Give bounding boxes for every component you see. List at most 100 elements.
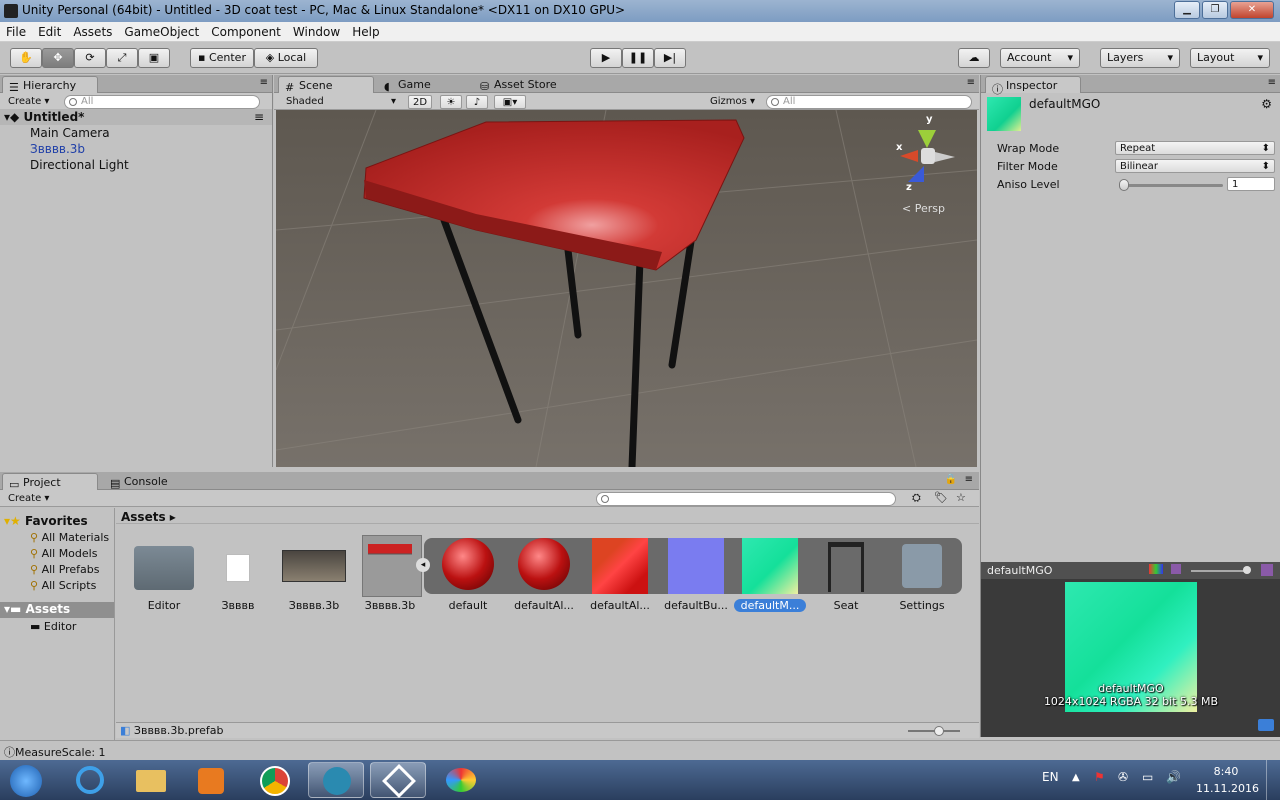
menu-help[interactable]: Help <box>346 22 385 39</box>
menu-component[interactable]: Component <box>205 22 287 39</box>
mip-slider-track[interactable] <box>1191 570 1249 572</box>
aniso-slider-track[interactable] <box>1119 184 1223 187</box>
checker-icon[interactable] <box>1261 564 1273 576</box>
minimize-button[interactable]: ▁ <box>1174 1 1200 19</box>
fav-item[interactable]: ⚲ All Models <box>30 547 97 560</box>
lock-icon[interactable]: 🔒 <box>945 474 957 485</box>
asset-folder-row[interactable]: ▬ Editor <box>30 620 76 633</box>
taskbar-paint[interactable] <box>432 762 488 798</box>
rotate-tool-icon[interactable]: ⟳ <box>74 48 106 68</box>
taskbar-3dcoat[interactable] <box>308 762 364 798</box>
filter-mode-dropdown[interactable]: Bilinear ⬍ <box>1115 159 1275 173</box>
tab-project[interactable]: ▭ Project <box>2 473 98 491</box>
hierarchy-item[interactable]: Directional Light <box>0 157 272 173</box>
hierarchy-search-input[interactable]: All <box>64 95 260 109</box>
gear-icon[interactable]: ⚙ <box>1261 97 1272 111</box>
tab-hierarchy[interactable]: ☰ Hierarchy <box>2 76 98 94</box>
rect-tool-icon[interactable]: ▣ <box>138 48 170 68</box>
zoom-slider-thumb[interactable] <box>934 726 944 736</box>
layout-dropdown[interactable]: Layout ▾ <box>1190 48 1270 68</box>
menu-assets[interactable]: Assets <box>67 22 118 39</box>
persp-label[interactable]: < Persp <box>902 202 945 215</box>
taskbar-unity[interactable] <box>370 762 426 798</box>
axis-y-cone-icon <box>918 130 936 148</box>
tray-app-icon[interactable]: ✇ <box>1118 770 1128 784</box>
collapse-prefab-icon[interactable]: ◂ <box>416 558 430 572</box>
menu-gameobject[interactable]: GameObject <box>118 22 205 39</box>
scene-search-input[interactable]: All <box>766 95 972 109</box>
panel-menu-icon[interactable]: ≡ <box>1268 77 1276 88</box>
fav-item[interactable]: ⚲ All Prefabs <box>30 563 100 576</box>
pause-button[interactable]: ❚❚ <box>622 48 654 68</box>
clock-date[interactable]: 11.11.2016 <box>1196 782 1259 795</box>
tray-expand-icon[interactable]: ▲ <box>1072 772 1080 783</box>
scene-root-row[interactable]: ▾◆ Untitled* ≡ <box>0 109 272 125</box>
taskbar-ie[interactable] <box>62 762 118 798</box>
step-button[interactable]: ▶| <box>654 48 686 68</box>
gizmos-dropdown[interactable]: Gizmos ▾ <box>706 95 758 109</box>
action-center-icon[interactable]: ⚑ <box>1094 770 1105 784</box>
wrap-mode-dropdown[interactable]: Repeat ⬍ <box>1115 141 1275 155</box>
play-button[interactable]: ▶ <box>590 48 622 68</box>
alpha-channel-icon[interactable] <box>1171 564 1181 574</box>
pivot-center-button[interactable]: ▪ Center <box>190 48 254 68</box>
filter-type-icon[interactable]: ⛭ <box>912 491 921 505</box>
network-icon[interactable]: ▭ <box>1142 770 1153 784</box>
hand-tool-icon[interactable]: ✋ <box>10 48 42 68</box>
volume-icon[interactable]: 🔊 <box>1166 770 1181 784</box>
rgb-channel-icon[interactable] <box>1149 564 1163 574</box>
taskbar-chrome[interactable] <box>246 762 302 798</box>
tab-inspector[interactable]: ⓘ Inspector <box>985 76 1081 96</box>
sun-icon[interactable]: ☀ <box>440 95 462 109</box>
folder-icon: ▾▬ <box>4 602 26 616</box>
pivot-local-button[interactable]: ◈ Local <box>254 48 318 68</box>
menu-file[interactable]: File <box>0 22 32 39</box>
aniso-level-input[interactable]: 1 <box>1227 177 1275 191</box>
tab-console[interactable]: ▤ Console <box>104 473 200 490</box>
assets-root-row[interactable]: ▾▬ Assets <box>0 602 114 618</box>
maximize-button[interactable]: ❐ <box>1202 1 1228 19</box>
audio-icon[interactable]: ♪ <box>466 95 488 109</box>
language-indicator[interactable]: EN <box>1042 770 1059 784</box>
panel-menu-icon[interactable]: ≡ <box>260 77 268 88</box>
tab-asset-store[interactable]: ⛁ Asset Store <box>474 76 584 93</box>
mip-slider-thumb[interactable] <box>1243 566 1251 574</box>
hierarchy-create-dropdown[interactable]: Create ▾ <box>4 95 58 109</box>
scene-menu-icon[interactable]: ≡ <box>254 109 264 125</box>
account-dropdown[interactable]: Account ▾ <box>1000 48 1080 68</box>
cloud-icon[interactable]: ☁ <box>958 48 990 68</box>
image-effects-icon[interactable]: ▣▾ <box>494 95 526 109</box>
shading-dropdown[interactable]: Shaded ▾ <box>282 95 400 109</box>
asset-label-icon[interactable] <box>1258 719 1274 731</box>
panel-menu-icon[interactable]: ≡ <box>967 77 975 88</box>
taskbar-explorer[interactable] <box>122 762 178 798</box>
hierarchy-item[interactable]: Main Camera <box>0 125 272 141</box>
clock-time[interactable]: 8:40 <box>1200 765 1252 778</box>
close-button[interactable]: ✕ <box>1230 1 1274 19</box>
tab-scene[interactable]: # Scene <box>278 76 374 94</box>
orientation-gizmo[interactable]: y x z < Persp <box>888 110 968 215</box>
aniso-slider-thumb[interactable] <box>1119 179 1129 191</box>
project-search-input[interactable] <box>596 492 896 506</box>
scale-tool-icon[interactable]: ⤢ <box>106 48 138 68</box>
start-button[interactable] <box>0 762 52 798</box>
tab-game[interactable]: ◖ Game <box>378 76 474 93</box>
layers-dropdown[interactable]: Layers ▾ <box>1100 48 1180 68</box>
hierarchy-item[interactable]: Звввв.3b <box>0 141 272 157</box>
filter-label-icon[interactable]: 🏷 <box>934 491 948 504</box>
move-tool-icon[interactable]: ✥ <box>42 48 74 68</box>
favorite-star-icon[interactable]: ☆ <box>956 491 966 504</box>
project-create-dropdown[interactable]: Create ▾ <box>4 492 58 506</box>
scene-render <box>276 110 977 467</box>
show-desktop-button[interactable] <box>1266 760 1280 800</box>
fav-item[interactable]: ⚲ All Scripts <box>30 579 96 592</box>
fav-item[interactable]: ⚲ All Materials <box>30 531 109 544</box>
scene-viewport[interactable]: y x z < Persp <box>276 110 977 467</box>
mode-2d-button[interactable]: 2D <box>408 95 432 109</box>
favorites-header[interactable]: ▾★ Favorites <box>4 514 88 528</box>
taskbar-media-player[interactable] <box>182 762 238 798</box>
panel-menu-icon[interactable]: ≡ <box>965 474 973 485</box>
menu-window[interactable]: Window <box>287 22 346 39</box>
menu-edit[interactable]: Edit <box>32 22 67 39</box>
breadcrumb[interactable]: Assets ▸ <box>116 508 979 524</box>
